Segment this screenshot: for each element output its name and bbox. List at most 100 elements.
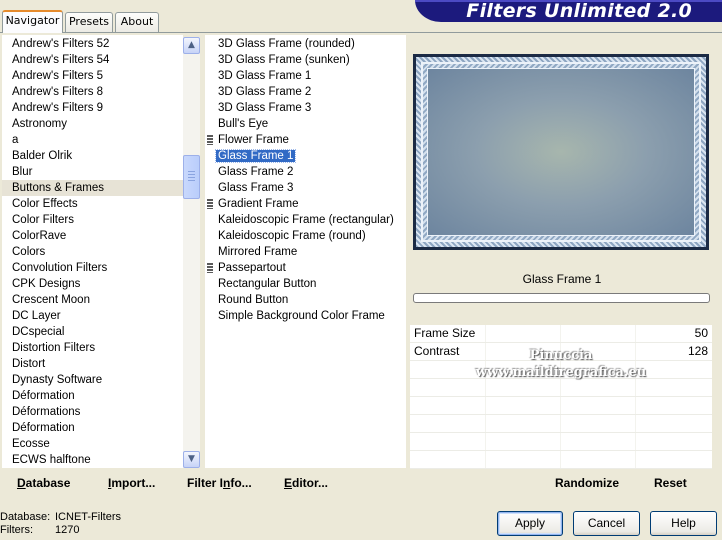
filter-item[interactable]: Kaleidoscopic Frame (rectangular)	[205, 212, 406, 228]
category-item[interactable]: ECWS halftone	[2, 452, 183, 468]
category-label: Ecosse	[12, 438, 50, 450]
editor-button[interactable]: Editor...	[284, 476, 328, 490]
row-divider	[485, 379, 486, 396]
row-divider	[635, 343, 636, 360]
filter-label: 3D Glass Frame 2	[218, 86, 312, 98]
category-item[interactable]: Andrew's Filters 5	[2, 68, 183, 84]
parameter-row[interactable]: Frame Size 50	[410, 325, 712, 343]
category-item[interactable]: DC Layer	[2, 308, 183, 324]
scroll-up-button[interactable]: ▲	[183, 37, 200, 54]
app-title: Filters Unlimited 2.0	[466, 0, 692, 22]
filter-label: Glass Frame 2	[218, 166, 294, 178]
category-list[interactable]: Andrew's Filters 52 Andrew's Filters 54 An…	[2, 35, 183, 468]
reset-button[interactable]: Reset	[654, 476, 687, 490]
filter-item[interactable]: 3D Glass Frame (sunken)	[205, 52, 406, 68]
category-scrollbar[interactable]: ▲ ▼	[183, 37, 200, 468]
category-label: Convolution Filters	[12, 262, 108, 274]
submenu-marker-icon	[207, 263, 213, 273]
filter-label: Round Button	[218, 294, 289, 306]
filter-item[interactable]: Rectangular Button	[205, 276, 406, 292]
tab-presets[interactable]: Presets	[65, 12, 113, 32]
filter-label: 3D Glass Frame (sunken)	[218, 54, 350, 66]
filter-item[interactable]: 3D Glass Frame 3	[205, 100, 406, 116]
filter-item[interactable]: Simple Background Color Frame	[205, 308, 406, 324]
category-item[interactable]: CPK Designs	[2, 276, 183, 292]
filter-item[interactable]: 3D Glass Frame 2	[205, 84, 406, 100]
filter-info-button[interactable]: Filter Info...	[187, 476, 252, 490]
database-button[interactable]: Database	[17, 476, 70, 490]
filter-label: 3D Glass Frame (rounded)	[218, 38, 355, 50]
category-item[interactable]: Déformation	[2, 388, 183, 404]
scroll-thumb[interactable]	[183, 155, 200, 199]
category-item[interactable]: Colors	[2, 244, 183, 260]
status-database: Database: ICNET-Filters	[0, 511, 160, 524]
category-item[interactable]: Déformation	[2, 420, 183, 436]
row-divider	[560, 343, 561, 360]
parameter-value[interactable]: 50	[695, 325, 708, 342]
filter-item[interactable]: Glass Frame 2	[205, 164, 406, 180]
category-label: DC Layer	[12, 310, 61, 322]
filter-item[interactable]: Glass Frame 3	[205, 180, 406, 196]
category-item[interactable]: Distort	[2, 356, 183, 372]
category-item[interactable]: Andrew's Filters 54	[2, 52, 183, 68]
filter-list[interactable]: 3D Glass Frame (rounded) 3D Glass Frame (…	[205, 35, 406, 468]
filter-item[interactable]: Passepartout	[205, 260, 406, 276]
filter-item[interactable]: Round Button	[205, 292, 406, 308]
help-button[interactable]: Help	[650, 511, 717, 536]
category-item[interactable]: Ecosse	[2, 436, 183, 452]
category-item[interactable]: Dynasty Software	[2, 372, 183, 388]
scroll-down-button[interactable]: ▼	[183, 451, 200, 468]
category-label: Color Filters	[12, 214, 74, 226]
apply-button[interactable]: Apply	[497, 511, 563, 536]
filter-item[interactable]: Bull's Eye	[205, 116, 406, 132]
category-item[interactable]: Convolution Filters	[2, 260, 183, 276]
category-item[interactable]: Blur	[2, 164, 183, 180]
preview-frame-outer	[416, 57, 706, 247]
row-divider	[485, 325, 486, 342]
category-label: Andrew's Filters 52	[12, 38, 110, 50]
filter-item[interactable]: Glass Frame 1	[205, 148, 406, 164]
filter-item[interactable]: Kaleidoscopic Frame (round)	[205, 228, 406, 244]
parameter-row	[410, 451, 712, 469]
tab-navigator[interactable]: Navigator	[2, 10, 63, 33]
filter-item[interactable]: Mirrored Frame	[205, 244, 406, 260]
row-divider	[635, 397, 636, 414]
category-item[interactable]: a	[2, 132, 183, 148]
filter-item[interactable]: Gradient Frame	[205, 196, 406, 212]
category-item[interactable]: Déformations	[2, 404, 183, 420]
row-divider	[560, 415, 561, 432]
category-item[interactable]: Color Filters	[2, 212, 183, 228]
category-item[interactable]: Andrew's Filters 8	[2, 84, 183, 100]
category-item[interactable]: Buttons & Frames	[2, 180, 183, 196]
category-item[interactable]: Distortion Filters	[2, 340, 183, 356]
row-divider	[560, 379, 561, 396]
cancel-button[interactable]: Cancel	[573, 511, 640, 536]
category-item[interactable]: Andrew's Filters 9	[2, 100, 183, 116]
row-divider	[635, 379, 636, 396]
category-label: Andrew's Filters 54	[12, 54, 110, 66]
filter-item[interactable]: Flower Frame	[205, 132, 406, 148]
category-item[interactable]: ColorRave	[2, 228, 183, 244]
import-button[interactable]: Import...	[108, 476, 155, 490]
category-item[interactable]: Balder Olrik	[2, 148, 183, 164]
category-item[interactable]: Andrew's Filters 52	[2, 36, 183, 52]
tab-about[interactable]: About	[115, 12, 159, 32]
parameter-row[interactable]: Contrast 128	[410, 343, 712, 361]
category-item[interactable]: Astronomy	[2, 116, 183, 132]
filter-item[interactable]: 3D Glass Frame 1	[205, 68, 406, 84]
category-item[interactable]: Crescent Moon	[2, 292, 183, 308]
preview-canvas	[427, 68, 695, 236]
chevron-up-icon: ▲	[188, 40, 195, 50]
category-item[interactable]: DCspecial	[2, 324, 183, 340]
category-label: Distortion Filters	[12, 342, 96, 354]
parameter-value[interactable]: 128	[688, 343, 708, 360]
filter-label: 3D Glass Frame 3	[218, 102, 312, 114]
category-label: Distort	[12, 358, 46, 370]
row-divider	[560, 325, 561, 342]
submenu-marker-icon	[207, 199, 213, 209]
filter-item[interactable]: 3D Glass Frame (rounded)	[205, 36, 406, 52]
filter-label: Glass Frame 1	[214, 149, 297, 163]
row-divider	[635, 415, 636, 432]
category-item[interactable]: Color Effects	[2, 196, 183, 212]
randomize-button[interactable]: Randomize	[555, 476, 619, 490]
